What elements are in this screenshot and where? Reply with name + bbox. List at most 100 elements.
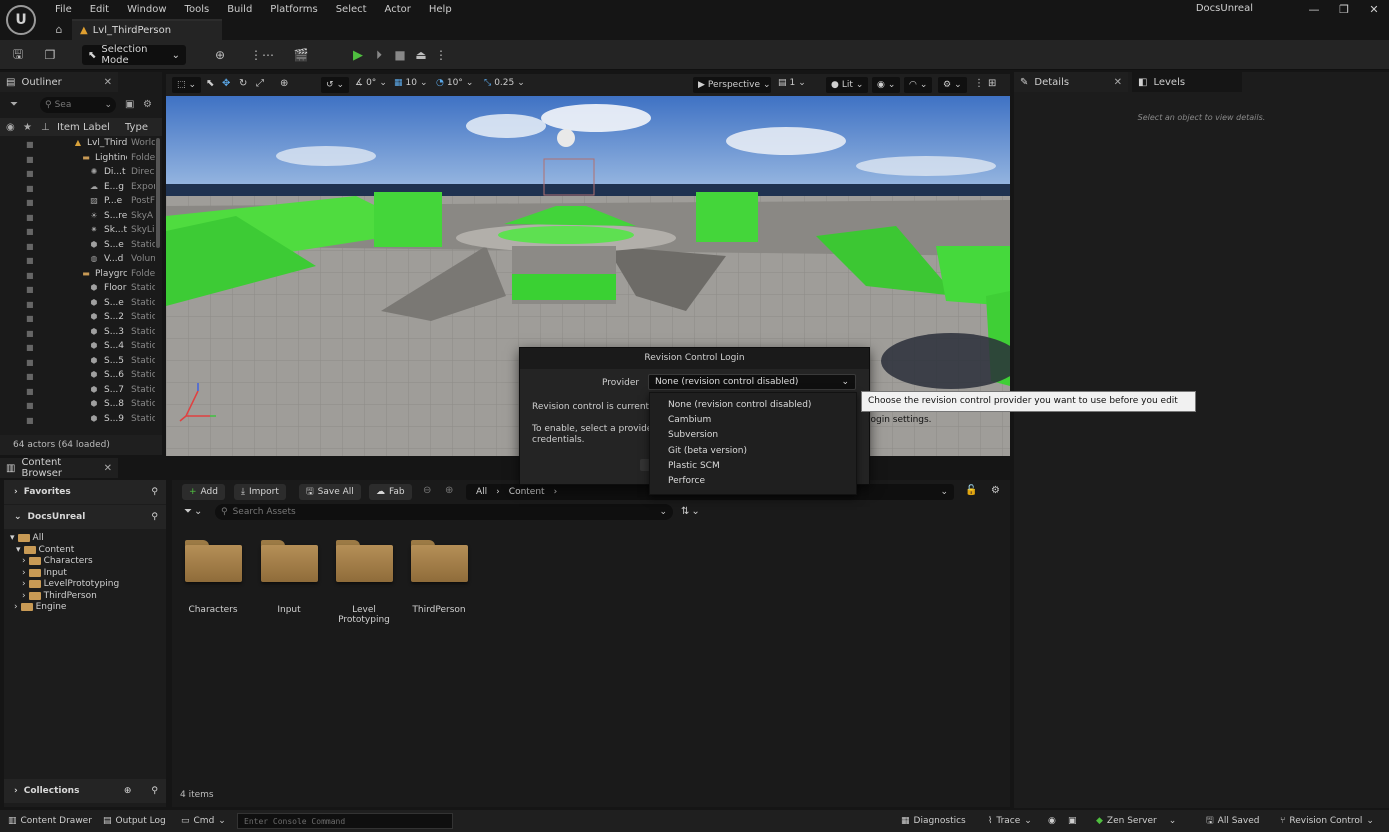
selection-mode-dropdown[interactable]: ⬉ Selection Mode ⌄ xyxy=(82,44,186,66)
angle-snap-button[interactable]: ◔ 10° ⌄ xyxy=(436,78,473,88)
tree-item-levelprototyping[interactable]: › LevelPrototyping xyxy=(22,578,119,590)
asset-folder[interactable]: ThirdPerson xyxy=(404,540,474,615)
forward-icon[interactable]: ⊕ xyxy=(445,485,453,496)
outliner-search-input[interactable]: ⚲ Sea ⌄ xyxy=(40,97,116,113)
menu-help[interactable]: Help xyxy=(420,1,461,18)
menu-window[interactable]: Window xyxy=(118,1,175,18)
grid-snap-button[interactable]: ▦ 10 ⌄ xyxy=(394,78,428,88)
transform-mode-dropdown[interactable]: ⬚ ⌄ xyxy=(172,77,202,93)
table-row[interactable]: ■ ▨ P...e PostF xyxy=(0,196,155,211)
save-all-button[interactable]: 🖫 Save All xyxy=(299,484,361,500)
visibility-icon[interactable]: ■ xyxy=(26,257,34,265)
settings-icon[interactable]: ⚙ xyxy=(143,99,152,110)
back-icon[interactable]: ⊖ xyxy=(423,485,431,496)
visibility-icon[interactable]: ■ xyxy=(26,155,34,164)
visibility-icon[interactable]: ■ xyxy=(26,271,34,280)
table-row[interactable]: ■ ◍ V...d Volun xyxy=(0,254,155,269)
menu-edit[interactable]: Edit xyxy=(81,1,118,18)
search-icon[interactable]: ⚲ xyxy=(151,512,158,522)
visibility-icon[interactable]: ■ xyxy=(26,387,34,396)
table-row[interactable]: ■ ✺ Di...t Direc xyxy=(0,167,155,182)
visibility-icon[interactable]: ■ xyxy=(26,184,34,193)
trace-dropdown[interactable]: ⌇ Trace ⌄ xyxy=(982,810,1038,832)
visibility-icon[interactable]: ■ xyxy=(26,141,34,149)
unreal-logo-icon[interactable]: U xyxy=(6,5,36,35)
viewport-settings-dropdown[interactable]: ⚙ ⌄ xyxy=(938,77,967,93)
breadcrumb-content[interactable]: Content xyxy=(509,487,545,497)
screenshot-button[interactable]: ▣ xyxy=(1062,810,1083,832)
cinematics-icon[interactable]: 🎬 xyxy=(292,46,310,64)
table-row[interactable]: ■ ☀ S...re SkyA xyxy=(0,211,155,226)
project-section[interactable]: ⌄ DocsUnreal ⚲ xyxy=(4,505,166,529)
all-saved-button[interactable]: 🖫 All Saved xyxy=(1200,810,1266,832)
camera-speed-button[interactable]: ▤ 1 ⌄ xyxy=(778,78,806,88)
table-row[interactable]: ■ ⬢ S...5 Static xyxy=(0,356,155,371)
add-folder-icon[interactable]: ▣ xyxy=(125,99,134,110)
sort-dropdown[interactable]: ⇅ ⌄ xyxy=(681,506,700,517)
revision-control-button[interactable]: ⑂ Revision Control ⌄ xyxy=(1274,810,1380,832)
table-row[interactable]: ■ ⬢ S...7 Static xyxy=(0,385,155,400)
visibility-icon[interactable]: ■ xyxy=(26,213,34,222)
outliner-scrollbar[interactable] xyxy=(156,138,160,248)
table-row[interactable]: ■ ⬢ S...6 Static xyxy=(0,370,155,385)
chevron-down-icon[interactable]: ⌄ xyxy=(940,487,948,497)
details-tab[interactable]: ✎ Details ✕ xyxy=(1014,72,1128,92)
visibility-icon[interactable]: ■ xyxy=(26,344,34,352)
diagnostics-button[interactable]: ▦ Diagnostics xyxy=(895,810,972,832)
chevron-right-icon[interactable]: › xyxy=(554,487,558,497)
visibility-icon[interactable]: ■ xyxy=(26,315,34,323)
pin-icon[interactable]: ⊥ xyxy=(41,122,50,133)
table-row[interactable]: ■ ✷ Sk...t SkyLi xyxy=(0,225,155,240)
content-drawer-button[interactable]: ▥ Content Drawer xyxy=(2,810,98,832)
layout-icon[interactable]: ⊞ xyxy=(988,78,996,89)
level-tab[interactable]: ▲ Lvl_ThirdPerson xyxy=(72,19,222,40)
scale-snap-button[interactable]: ⤡ 0.25 ⌄ xyxy=(484,78,525,88)
asset-folder[interactable]: Characters xyxy=(178,540,248,615)
perspective-dropdown[interactable]: ▶ Perspective ⌄ xyxy=(693,77,771,93)
collections-section[interactable]: › Collections ⊕ ⚲ xyxy=(4,779,166,803)
table-row[interactable]: ■ ⬢ S...e Static xyxy=(0,240,155,255)
visibility-icon[interactable]: ■ xyxy=(26,373,34,381)
visibility-icon[interactable]: ■ xyxy=(26,300,34,309)
visibility-icon[interactable]: ■ xyxy=(26,402,34,410)
visibility-icon[interactable]: ■ xyxy=(26,170,34,178)
eject-icon[interactable]: ⏏ xyxy=(412,46,430,64)
type-header[interactable]: Type xyxy=(125,122,148,133)
option-subversion[interactable]: Subversion xyxy=(650,428,856,443)
close-tab-icon[interactable]: ✕ xyxy=(1114,77,1122,88)
visibility-icon[interactable]: ■ xyxy=(26,329,34,338)
close-tab-icon[interactable]: ✕ xyxy=(104,463,112,474)
settings-icon[interactable]: ⚙ xyxy=(991,485,1000,496)
browse-icon[interactable]: ❐ xyxy=(41,46,59,64)
tree-item-characters[interactable]: › Characters xyxy=(22,555,93,567)
option-cambium[interactable]: Cambium xyxy=(650,413,856,428)
tree-item-all[interactable]: ▾ All xyxy=(10,532,44,544)
close-icon[interactable]: ✕ xyxy=(1359,0,1389,18)
add-button[interactable]: + Add xyxy=(182,484,225,500)
cmd-dropdown[interactable]: ▭ Cmd ⌄ xyxy=(175,810,232,832)
visibility-icon[interactable]: ■ xyxy=(26,242,34,251)
visibility-icon[interactable]: ■ xyxy=(26,199,34,207)
search-icon[interactable]: ⚲ xyxy=(151,786,158,796)
select-arrow-icon[interactable]: ⬉ xyxy=(206,78,214,89)
table-row[interactable]: ■ ⬢ S...2 Static xyxy=(0,312,155,327)
favorites-section[interactable]: › Favorites ⚲ xyxy=(4,480,166,504)
home-icon[interactable]: ⌂ xyxy=(51,21,67,37)
maximize-icon[interactable]: ❐ xyxy=(1329,0,1359,18)
world-space-icon[interactable]: ⊕ xyxy=(280,78,288,89)
table-row[interactable]: ■ ☁ E...g Expor xyxy=(0,182,155,197)
search-icon[interactable]: ⚲ xyxy=(151,487,158,497)
visibility-icon[interactable]: ■ xyxy=(26,358,34,367)
scale-icon[interactable]: ⤢ xyxy=(256,78,264,89)
item-label-header[interactable]: Item Label xyxy=(57,122,110,133)
advance-frame-icon[interactable]: ⏵ xyxy=(370,46,388,64)
blueprint-icon[interactable]: ⋮⋯ xyxy=(250,46,274,64)
star-icon[interactable]: ★ xyxy=(23,122,32,133)
asset-folder[interactable]: Input xyxy=(254,540,324,615)
add-actor-icon[interactable]: ⊕ xyxy=(211,46,229,64)
lock-icon[interactable]: 🔓 xyxy=(965,485,977,496)
tree-item-engine[interactable]: › Engine xyxy=(14,601,66,613)
menu-actor[interactable]: Actor xyxy=(376,1,420,18)
table-row[interactable]: ■▬LightincFolde xyxy=(0,153,155,168)
menu-select[interactable]: Select xyxy=(327,1,376,18)
